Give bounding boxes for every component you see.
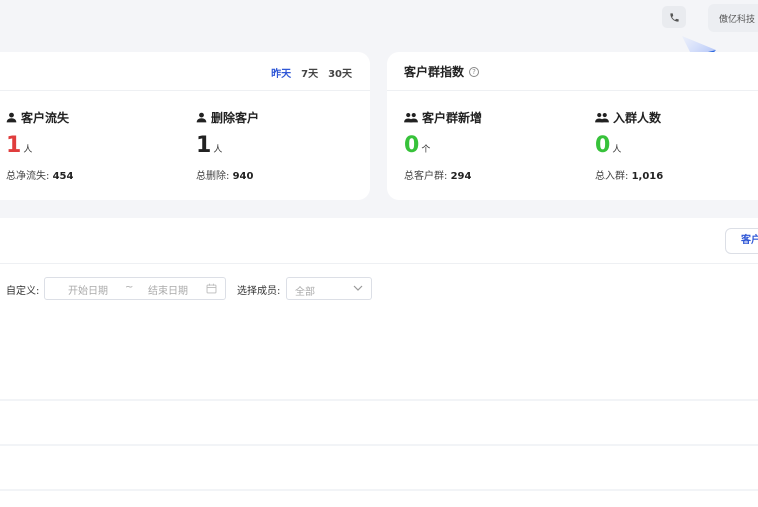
- card-title: 客户群指数: [404, 65, 465, 79]
- customer-metrics-card: 昨天 7天 30天 客户流失 1人 总净流失: 454 删除客户 1人 总删除:…: [0, 52, 370, 200]
- metric-total-label: 总客户群:: [404, 171, 448, 182]
- member-select-value: 全部: [295, 287, 315, 298]
- metric-value: 0: [404, 133, 420, 158]
- metric-total-value: 294: [450, 171, 472, 182]
- trend-chart: [0, 399, 758, 491]
- metric-label: 客户流失: [21, 111, 70, 125]
- metric-value: 1: [196, 133, 212, 158]
- users-icon: [595, 113, 609, 123]
- start-date-input[interactable]: 开始日期: [68, 282, 108, 297]
- metric-total-value: 940: [232, 171, 254, 182]
- date-range-picker[interactable]: 开始日期 ~ 结束日期: [44, 277, 226, 300]
- customer-tab-button[interactable]: 客户: [725, 228, 758, 254]
- divider: [0, 263, 758, 264]
- tab-yesterday[interactable]: 昨天: [271, 65, 291, 80]
- users-icon: [404, 113, 418, 123]
- phone-icon: [669, 12, 679, 22]
- phone-button[interactable]: [662, 6, 686, 28]
- calendar-icon: [206, 283, 217, 294]
- metric-group-joins: 入群人数 0人 总入群: 1,016: [595, 109, 663, 182]
- user-icon: [6, 112, 17, 123]
- range-tabs: 昨天 7天 30天: [271, 65, 352, 80]
- user-icon: [196, 112, 207, 123]
- question-circle-icon[interactable]: ?: [469, 66, 480, 77]
- metric-total-label: 总入群:: [595, 171, 629, 182]
- metric-new-groups: 客户群新增 0个 总客户群: 294: [404, 109, 482, 182]
- tab-7-days[interactable]: 7天: [301, 65, 318, 80]
- metric-unit: 个: [421, 145, 431, 155]
- metric-customer-loss: 客户流失 1人 总净流失: 454: [6, 109, 73, 182]
- custom-range-label: 自定义:: [6, 286, 40, 297]
- card-header: 昨天 7天 30天: [0, 52, 370, 91]
- metric-value: 0: [595, 133, 611, 158]
- chevron-down-icon: [353, 285, 363, 291]
- member-filter-label: 选择成员:: [237, 286, 281, 297]
- metric-unit: 人: [213, 145, 223, 155]
- metric-unit: 人: [612, 145, 622, 155]
- metric-label: 客户群新增: [422, 111, 483, 125]
- company-name: 傲亿科技: [719, 14, 756, 25]
- company-switcher[interactable]: 傲亿科技: [708, 4, 758, 32]
- metric-unit: 人: [23, 145, 33, 155]
- end-date-input[interactable]: 结束日期: [148, 282, 188, 297]
- tab-30-days[interactable]: 30天: [328, 65, 352, 80]
- metric-deleted-customers: 删除客户 1人 总删除: 940: [196, 109, 259, 182]
- metric-total-value: 454: [52, 171, 74, 182]
- range-separator: ~: [125, 282, 134, 293]
- metric-total-label: 总删除:: [196, 171, 230, 182]
- metric-total-label: 总净流失:: [6, 171, 50, 182]
- metric-value: 1: [6, 133, 22, 158]
- card-header: 客户群指数 ?: [387, 52, 758, 91]
- trend-panel: 客户 自定义: 开始日期 ~ 结束日期 选择成员: 全部: [0, 218, 758, 507]
- group-metrics-card: 客户群指数 ? 客户群新增 0个 总客户群: 294 入群人数 0人 总入群: …: [387, 52, 758, 200]
- metric-label: 入群人数: [613, 111, 662, 125]
- metric-total-value: 1,016: [631, 171, 664, 182]
- member-select[interactable]: 全部: [286, 277, 372, 300]
- metric-label: 删除客户: [211, 111, 260, 125]
